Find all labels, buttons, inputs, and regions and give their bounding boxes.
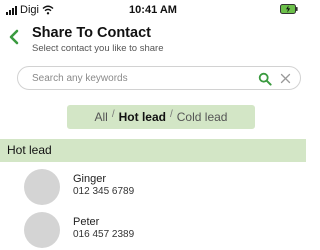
contact-name: Ginger	[73, 173, 107, 185]
battery-charging-icon	[280, 4, 298, 14]
filter-tab-all[interactable]: All	[94, 110, 109, 124]
section-header: Hot lead	[0, 139, 306, 162]
filter-tab-hot-lead[interactable]: Hot lead	[118, 110, 167, 124]
filter-tab-cold-lead[interactable]: Cold lead	[176, 110, 229, 124]
header: Share To Contact Select contact you like…	[0, 22, 306, 58]
page-subtitle: Select contact you like to share	[32, 43, 164, 54]
avatar	[24, 212, 60, 248]
avatar	[24, 169, 60, 205]
filter-separator: /	[169, 108, 173, 120]
contact-list-item[interactable]: Peter 016 457 2389	[0, 210, 306, 250]
contact-name: Peter	[73, 216, 100, 228]
page-title: Share To Contact	[32, 25, 151, 41]
contact-phone: 012 345 6789	[73, 186, 135, 197]
status-bar: Digi 10:41 AM	[0, 0, 306, 20]
filter-separator: /	[111, 108, 115, 120]
search-icon[interactable]	[258, 72, 272, 86]
contact-list-item[interactable]: Ginger 012 345 6789	[0, 167, 306, 207]
close-icon[interactable]	[280, 73, 291, 84]
lead-filter-bar: All / Hot lead / Cold lead	[67, 105, 255, 129]
chevron-left-icon[interactable]	[7, 29, 21, 45]
status-time: 10:41 AM	[129, 4, 177, 16]
search-input[interactable]	[32, 70, 242, 86]
contact-phone: 016 457 2389	[73, 229, 135, 240]
search-box	[17, 66, 301, 90]
